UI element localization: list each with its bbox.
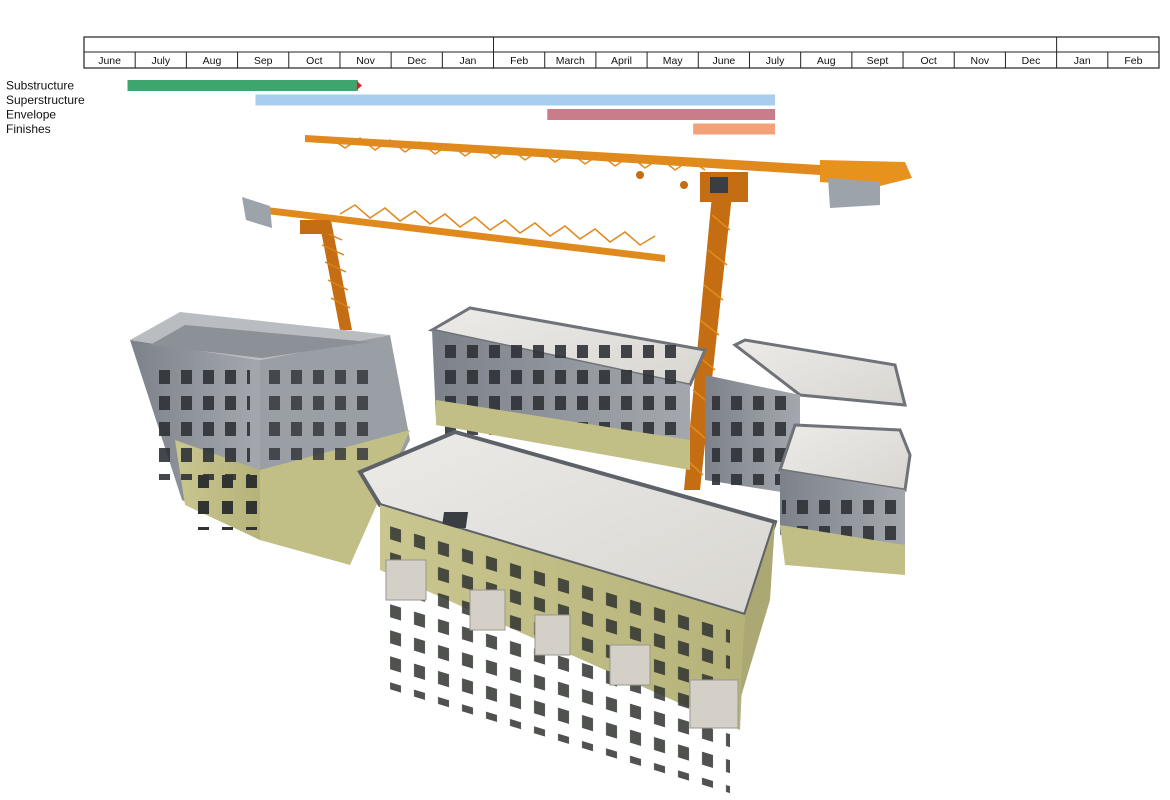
month-label: July (766, 55, 785, 67)
timeline-header: June July Aug Sep Oct Nov Dec Jan Feb March April M… (83, 36, 1160, 69)
task-label: Finishes (6, 122, 51, 136)
month-label: Oct (920, 55, 936, 67)
month-label: May (663, 55, 684, 67)
month-label: Jan (459, 55, 476, 67)
month-label: Nov (970, 55, 989, 67)
month-label: Dec (407, 55, 426, 67)
task-bar (127, 80, 358, 91)
task-bar (547, 109, 776, 120)
month-label: Sept (867, 55, 889, 67)
task-bar (693, 123, 776, 135)
month-label: June (98, 55, 121, 67)
task-bar (255, 94, 776, 106)
month-label: Aug (817, 55, 836, 67)
task-label: Envelope (6, 108, 56, 122)
month-label: April (611, 55, 632, 67)
month-label: Jan (1074, 55, 1091, 67)
month-label: Sep (254, 55, 273, 67)
month-label: Feb (1124, 55, 1142, 67)
month-label: Nov (356, 55, 375, 67)
month-label: Aug (203, 55, 222, 67)
task-label: Superstructure (6, 93, 85, 107)
task-label: Substructure (6, 79, 74, 93)
month-label: Feb (510, 55, 528, 67)
milestone-marker (356, 81, 362, 90)
task-rows: SubstructureSuperstructureEnvelopeFinish… (6, 79, 776, 136)
building-left-tower (130, 312, 410, 565)
building-front (357, 429, 778, 794)
month-label: March (556, 55, 585, 67)
month-label: June (712, 55, 735, 67)
construction-site-illustration (130, 135, 912, 794)
month-label: July (151, 55, 170, 67)
month-label: Oct (306, 55, 322, 67)
gantt-chart-figure: June July Aug Sep Oct Nov Dec Jan Feb March April M… (6, 36, 1160, 794)
crane-left (242, 197, 665, 330)
month-label: Dec (1022, 55, 1041, 67)
